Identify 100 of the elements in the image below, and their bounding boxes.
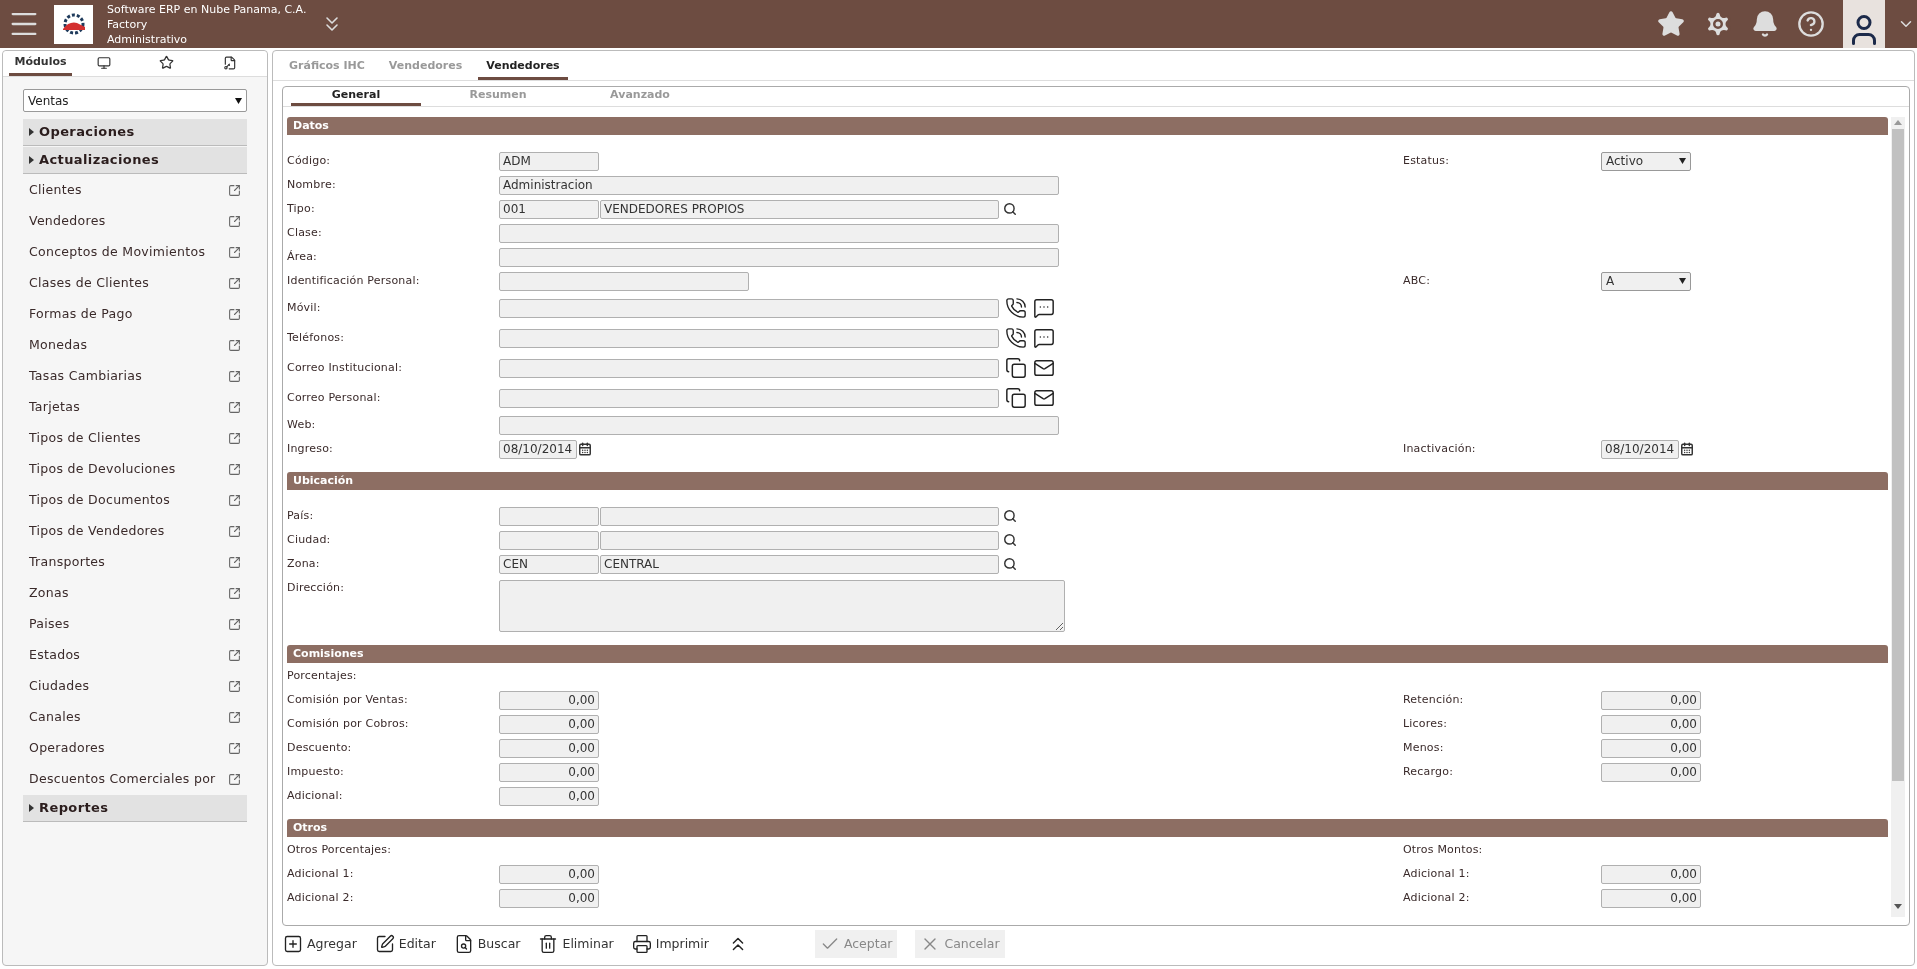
external-link-icon[interactable]	[228, 463, 241, 476]
toolbar-button[interactable]: Imprimir	[629, 930, 711, 958]
search-icon[interactable]	[1003, 533, 1017, 547]
tab[interactable]: Vendedores	[478, 56, 568, 80]
input-field[interactable]: 0,00	[499, 864, 599, 884]
scrollbar[interactable]	[1891, 117, 1905, 917]
module-select[interactable]: Ventas	[23, 89, 247, 112]
external-link-icon[interactable]	[228, 711, 241, 724]
external-link-icon[interactable]	[228, 773, 241, 786]
input-field[interactable]	[600, 506, 999, 526]
menu-item[interactable]: Conceptos de Movimientos	[23, 237, 247, 268]
mail-icon[interactable]	[1033, 357, 1055, 379]
subtab[interactable]: General	[291, 87, 421, 106]
input-field[interactable]: 08/10/2014	[499, 439, 577, 459]
input-field[interactable]: 0,00	[1601, 864, 1701, 884]
external-link-icon[interactable]	[228, 370, 241, 383]
menu-item[interactable]: Estados	[23, 640, 247, 671]
input-field[interactable]: 0,00	[499, 888, 599, 908]
input-field[interactable]: 0,00	[1601, 690, 1701, 710]
input-field[interactable]	[499, 271, 749, 291]
external-link-icon[interactable]	[228, 742, 241, 755]
mail-icon[interactable]	[1033, 387, 1055, 409]
input-field[interactable]: 0,00	[499, 786, 599, 806]
chat-icon[interactable]	[1033, 297, 1055, 319]
input-field[interactable]	[499, 506, 599, 526]
input-field[interactable]: VENDEDORES PROPIOS	[600, 199, 999, 219]
external-link-icon[interactable]	[228, 525, 241, 538]
input-field[interactable]	[499, 530, 599, 550]
menu-item[interactable]: Operadores	[23, 733, 247, 764]
toolbar-button[interactable]: Editar	[372, 930, 438, 958]
input-field[interactable]	[499, 247, 1059, 267]
menu-item[interactable]: Monedas	[23, 330, 247, 361]
input-field[interactable]	[499, 328, 999, 348]
external-link-icon[interactable]	[228, 277, 241, 290]
menu-item[interactable]: Descuentos Comerciales por	[23, 764, 247, 795]
input-field[interactable]: 0,00	[499, 690, 599, 710]
input-field[interactable]: 0,00	[1601, 714, 1701, 734]
external-link-icon[interactable]	[228, 215, 241, 228]
input-field[interactable]: 0,00	[499, 738, 599, 758]
external-link-icon[interactable]	[228, 494, 241, 507]
input-field[interactable]	[499, 415, 1059, 435]
input-field[interactable]: CEN	[499, 554, 599, 574]
input-field[interactable]: 0,00	[1601, 762, 1701, 782]
input-field[interactable]	[499, 298, 999, 318]
menu-item[interactable]: Canales	[23, 702, 247, 733]
help-icon[interactable]	[1797, 10, 1825, 38]
toolbar-button[interactable]: Eliminar	[536, 930, 616, 958]
menu-item[interactable]: Tipos de Devoluciones	[23, 454, 247, 485]
menu-item[interactable]: Transportes	[23, 547, 247, 578]
calendar-icon[interactable]	[1680, 442, 1694, 456]
menu-item[interactable]: Tarjetas	[23, 392, 247, 423]
menu-item[interactable]: Tasas Cambiarias	[23, 361, 247, 392]
external-link-icon[interactable]	[228, 587, 241, 600]
menu-group-header[interactable]: Operaciones	[23, 119, 247, 146]
input-field[interactable]: 0,00	[499, 762, 599, 782]
input-field[interactable]: 0,00	[1601, 738, 1701, 758]
menu-item[interactable]: Paises	[23, 609, 247, 640]
toolbar-button[interactable]: Agregar	[281, 930, 359, 958]
input-field[interactable]: Administracion	[499, 175, 1059, 195]
calendar-icon[interactable]	[578, 442, 592, 456]
avatar[interactable]	[1843, 0, 1885, 48]
external-link-icon[interactable]	[228, 246, 241, 259]
external-link-icon[interactable]	[228, 618, 241, 631]
input-field[interactable]: ADM	[499, 151, 599, 171]
input-field[interactable]	[499, 388, 999, 408]
menu-group-header[interactable]: Reportes	[23, 795, 247, 822]
copy-icon[interactable]	[1005, 387, 1027, 409]
menu-item[interactable]: Formas de Pago	[23, 299, 247, 330]
bell-icon[interactable]	[1751, 10, 1779, 38]
select-field[interactable]: A	[1601, 271, 1691, 291]
input-field[interactable]: 08/10/2014	[1601, 439, 1679, 459]
external-link-icon[interactable]	[228, 649, 241, 662]
external-link-icon[interactable]	[228, 339, 241, 352]
input-field[interactable]: 001	[499, 199, 599, 219]
input-field[interactable]: CENTRAL	[600, 554, 999, 574]
menu-group-header[interactable]: Actualizaciones	[23, 147, 247, 174]
menu-item[interactable]: Zonas	[23, 578, 247, 609]
copy-icon[interactable]	[1005, 357, 1027, 379]
input-field[interactable]	[499, 358, 999, 378]
search-icon[interactable]	[1003, 557, 1017, 571]
external-link-icon[interactable]	[228, 308, 241, 321]
menu-item[interactable]: Vendedores	[23, 206, 247, 237]
phone-call-icon[interactable]	[1005, 297, 1027, 319]
external-link-icon[interactable]	[228, 432, 241, 445]
input-field[interactable]	[600, 530, 999, 550]
address-field[interactable]	[499, 580, 1065, 632]
menu-item[interactable]: Clientes	[23, 175, 247, 206]
menu-item[interactable]: Clases de Clientes	[23, 268, 247, 299]
menu-item[interactable]: Tipos de Clientes	[23, 423, 247, 454]
phone-call-icon[interactable]	[1005, 327, 1027, 349]
select-field[interactable]: Activo	[1601, 151, 1691, 171]
scroll-down-arrow-icon[interactable]	[1894, 904, 1902, 909]
input-field[interactable]: 0,00	[1601, 888, 1701, 908]
search-icon[interactable]	[1003, 202, 1017, 216]
external-link-icon[interactable]	[228, 184, 241, 197]
search-icon[interactable]	[1003, 509, 1017, 523]
input-field[interactable]: 0,00	[499, 714, 599, 734]
chat-icon[interactable]	[1033, 327, 1055, 349]
external-link-icon[interactable]	[228, 401, 241, 414]
input-field[interactable]	[499, 223, 1059, 243]
